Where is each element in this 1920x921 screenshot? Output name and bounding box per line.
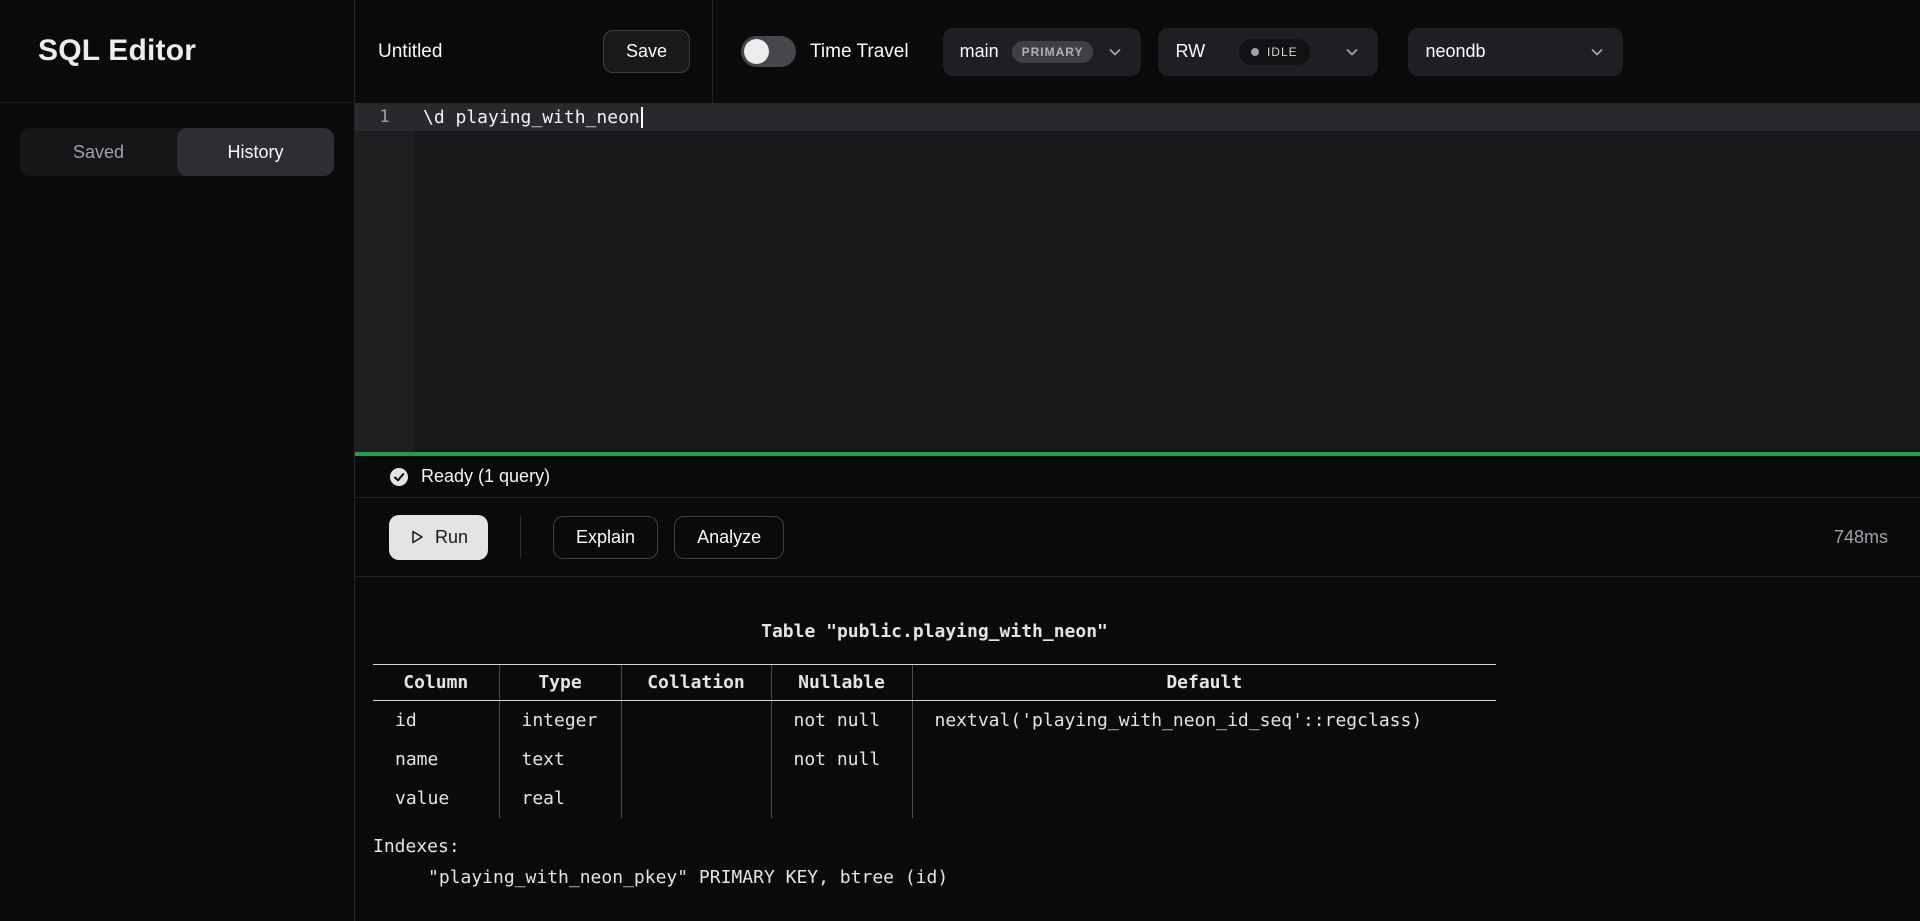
database-select[interactable]: neondb — [1408, 28, 1623, 76]
table-cell: name — [373, 740, 499, 779]
run-button[interactable]: Run — [389, 515, 488, 560]
check-circle-icon — [389, 467, 409, 487]
topbar: Untitled Save Time Travel main PRIMARY R… — [355, 0, 1920, 103]
save-button[interactable]: Save — [603, 30, 690, 73]
query-toolbar: Run Explain Analyze 748ms — [355, 498, 1920, 577]
index-entry: "playing_with_neon_pkey" PRIMARY KEY, bt… — [373, 867, 1496, 888]
results-header-row: Column Type Collation Nullable Default — [373, 665, 1496, 701]
toolbar-divider — [520, 516, 521, 558]
database-name: neondb — [1425, 41, 1485, 62]
compute-status-text: IDLE — [1267, 45, 1298, 59]
status-message: Ready (1 query) — [421, 466, 550, 487]
table-cell: text — [499, 740, 621, 779]
sql-code-editor[interactable]: 1 \d playing_with_neon — [355, 103, 1920, 452]
topbar-divider — [712, 0, 713, 103]
compute-name: RW — [1175, 41, 1205, 62]
header-default: Default — [912, 665, 1496, 701]
main-panel: Untitled Save Time Travel main PRIMARY R… — [355, 0, 1920, 921]
sidebar-header: SQL Editor — [0, 0, 354, 103]
table-cell — [912, 740, 1496, 779]
indexes-label: Indexes: — [373, 836, 1496, 857]
table-row: id integer not null nextval('playing_wit… — [373, 701, 1496, 740]
table-cell: not null — [771, 740, 912, 779]
query-title[interactable]: Untitled — [378, 41, 603, 63]
code-text: \d playing_with_neon — [423, 107, 640, 128]
sidebar: SQL Editor Saved History — [0, 0, 355, 921]
results-table: Column Type Collation Nullable Default i… — [373, 664, 1496, 818]
explain-button[interactable]: Explain — [553, 516, 658, 559]
table-cell — [621, 779, 771, 818]
table-cell — [912, 779, 1496, 818]
analyze-button[interactable]: Analyze — [674, 516, 784, 559]
run-button-label: Run — [435, 527, 468, 548]
header-type: Type — [499, 665, 621, 701]
toggle-knob — [744, 39, 769, 64]
play-icon — [409, 529, 425, 545]
chevron-down-icon — [1106, 43, 1124, 61]
compute-select[interactable]: RW IDLE — [1158, 28, 1378, 76]
results-table-title: Table "public.playing_with_neon" — [373, 621, 1496, 642]
table-cell: value — [373, 779, 499, 818]
chevron-down-icon — [1343, 43, 1361, 61]
statusbar: Ready (1 query) — [355, 456, 1920, 498]
table-cell — [621, 701, 771, 740]
table-cell: integer — [499, 701, 621, 740]
query-duration: 748ms — [1834, 527, 1888, 548]
table-cell: id — [373, 701, 499, 740]
header-collation: Collation — [621, 665, 771, 701]
header-nullable: Nullable — [771, 665, 912, 701]
editor-gutter — [355, 103, 414, 452]
branch-select[interactable]: main PRIMARY — [943, 28, 1142, 76]
page-title: SQL Editor — [38, 34, 196, 68]
compute-status-badge: IDLE — [1239, 39, 1310, 65]
table-cell: not null — [771, 701, 912, 740]
table-cell: real — [499, 779, 621, 818]
table-cell — [621, 740, 771, 779]
code-line[interactable]: \d playing_with_neon — [423, 103, 643, 131]
time-travel-label: Time Travel — [810, 41, 909, 63]
header-column: Column — [373, 665, 499, 701]
chevron-down-icon — [1588, 43, 1606, 61]
branch-name: main — [960, 41, 999, 62]
table-row: value real — [373, 779, 1496, 818]
table-cell: nextval('playing_with_neon_id_seq'::regc… — [912, 701, 1496, 740]
time-travel-toggle[interactable] — [741, 36, 796, 67]
results-panel: Table "public.playing_with_neon" Column … — [355, 577, 1920, 921]
text-caret — [641, 107, 643, 128]
sql-editor-app: SQL Editor Saved History Untitled Save T… — [0, 0, 1920, 921]
tab-saved[interactable]: Saved — [20, 128, 177, 176]
line-number: 1 — [355, 103, 414, 131]
idle-status-dot-icon — [1251, 48, 1259, 56]
results-output: Table "public.playing_with_neon" Column … — [373, 621, 1496, 888]
table-row: name text not null — [373, 740, 1496, 779]
primary-badge: PRIMARY — [1012, 41, 1094, 63]
table-cell — [771, 779, 912, 818]
tab-history[interactable]: History — [177, 128, 334, 176]
saved-history-segmented-control: Saved History — [20, 128, 334, 176]
